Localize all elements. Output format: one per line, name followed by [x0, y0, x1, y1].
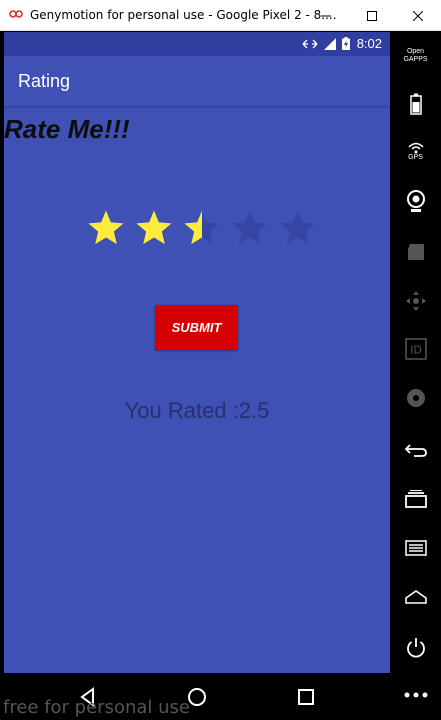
- status-time: 8:02: [356, 36, 382, 51]
- window-title: Genymotion for personal use - Google Pix…: [30, 8, 337, 22]
- sidebar-home-button[interactable]: [390, 582, 441, 612]
- opengapps-button[interactable]: Open GAPPS: [390, 41, 441, 71]
- power-icon: [406, 638, 425, 658]
- battery-icon: [409, 93, 422, 115]
- media-button[interactable]: [390, 237, 441, 267]
- minimize-icon: [321, 15, 331, 16]
- close-icon: [413, 10, 423, 21]
- sidebar-menu-button[interactable]: [390, 533, 441, 563]
- more-button[interactable]: [390, 682, 441, 708]
- submit-button[interactable]: SUBMIT: [155, 305, 238, 350]
- rating-result: You Rated :2.5: [124, 398, 270, 423]
- disk-icon: [406, 389, 425, 407]
- app-title: Rating: [18, 71, 71, 91]
- recents-icon: [404, 490, 427, 508]
- status-bar: 8:02: [4, 32, 390, 56]
- back-icon: [404, 444, 427, 457]
- battery-charging-icon: [342, 37, 350, 50]
- rating-bar[interactable]: [86, 208, 318, 248]
- menu-icon: [404, 540, 427, 556]
- webcam-icon: [406, 190, 425, 212]
- status-icons: [302, 37, 350, 50]
- genymotion-icon: [9, 10, 23, 18]
- maximize-button[interactable]: [349, 0, 395, 31]
- svg-text:ID: ID: [410, 344, 422, 357]
- dpad-icon: [405, 291, 426, 311]
- watermark: free for personal use: [3, 697, 190, 718]
- gps-button[interactable]: GPS: [390, 137, 441, 167]
- id-button[interactable]: ID: [390, 334, 441, 364]
- disk-button[interactable]: [390, 383, 441, 413]
- star-empty-icon[interactable]: [230, 208, 270, 248]
- home-icon: [404, 590, 427, 604]
- sidebar-recents-button[interactable]: [390, 484, 441, 514]
- media-icon: [407, 244, 424, 260]
- power-button[interactable]: [390, 633, 441, 663]
- data-arrows-icon: [302, 39, 318, 48]
- battery-button[interactable]: [390, 89, 441, 119]
- gps-label: GPS: [408, 154, 423, 161]
- gps-icon: [407, 142, 424, 154]
- star-icon[interactable]: [86, 208, 126, 248]
- main-content: Rate Me!!! SUBMIT You Rated :2.5: [4, 108, 390, 673]
- webcam-button[interactable]: [390, 186, 441, 216]
- page-heading: Rate Me!!!: [4, 114, 130, 144]
- recents-icon[interactable]: [294, 685, 318, 709]
- close-button[interactable]: [395, 0, 441, 31]
- maximize-icon: [367, 10, 377, 21]
- dpad-button[interactable]: [390, 286, 441, 316]
- star-icon[interactable]: [134, 208, 174, 248]
- app-bar: Rating: [4, 56, 390, 106]
- id-icon: ID: [404, 338, 427, 360]
- star-half-icon[interactable]: [182, 208, 222, 248]
- sidebar-back-button[interactable]: [390, 435, 441, 465]
- signal-icon: [324, 37, 336, 50]
- more-icon: [404, 692, 427, 698]
- minimize-button[interactable]: [303, 0, 349, 31]
- genymotion-sidebar: Open GAPPS GPS ID: [390, 31, 441, 720]
- opengapps-label: Open GAPPS: [403, 48, 428, 63]
- window-titlebar: Genymotion for personal use - Google Pix…: [0, 0, 441, 31]
- star-empty-icon[interactable]: [278, 208, 318, 248]
